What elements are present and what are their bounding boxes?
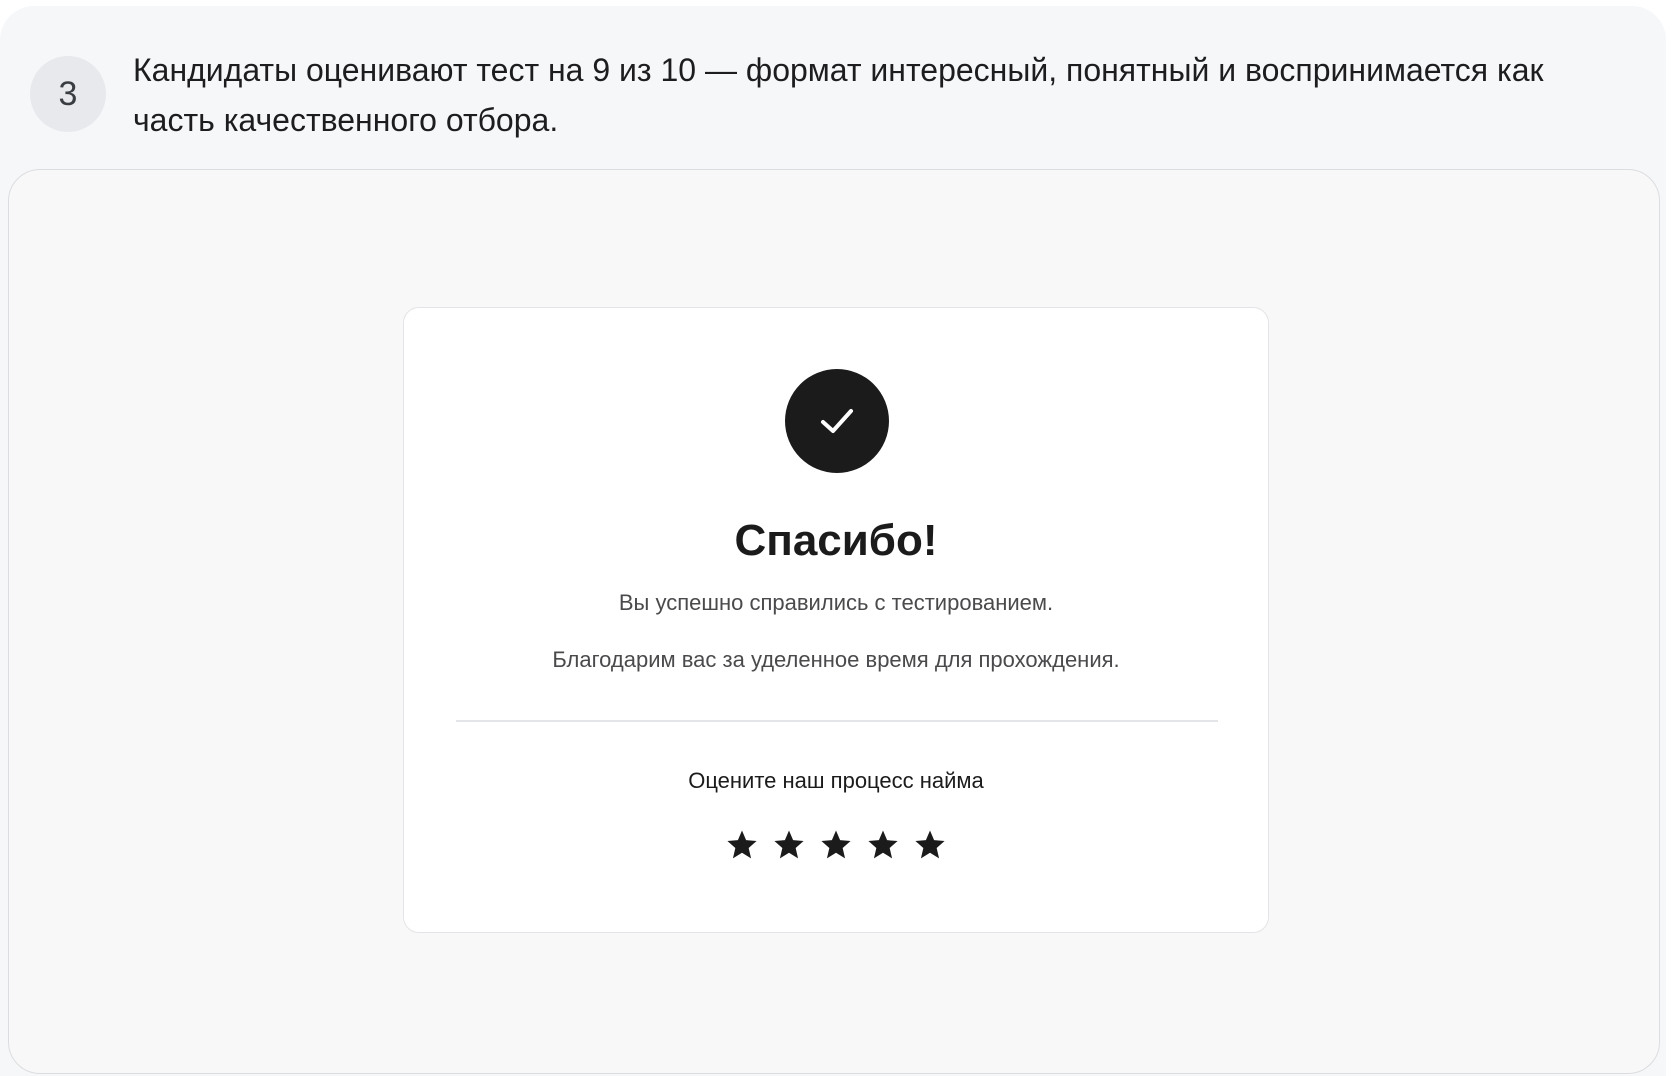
step-description: Кандидаты оценивают тест на 9 из 10 — фо…	[133, 52, 1544, 138]
check-icon	[785, 369, 889, 473]
star-rating	[404, 828, 1268, 862]
step-panel: 3 Кандидаты оценивают тест на 9 из 10 — …	[0, 6, 1666, 1076]
rating-label: Оцените наш процесс найма	[688, 768, 984, 793]
step-number: 3	[58, 74, 78, 113]
star-icon[interactable]	[725, 828, 759, 862]
divider	[456, 720, 1218, 722]
gratitude-message: Благодарим вас за уделенное время для пр…	[552, 647, 1120, 672]
star-icon[interactable]	[819, 828, 853, 862]
star-icon[interactable]	[772, 828, 806, 862]
star-icon[interactable]	[866, 828, 900, 862]
thank-you-title: Спасибо!	[734, 516, 938, 565]
star-icon[interactable]	[913, 828, 947, 862]
success-message: Вы успешно справились с тестированием.	[618, 590, 1054, 615]
thank-you-card: Спасибо! Вы успешно справились с тестиро…	[403, 307, 1269, 933]
step-number-badge: 3	[30, 56, 106, 132]
preview-frame: Спасибо! Вы успешно справились с тестиро…	[8, 169, 1660, 1074]
